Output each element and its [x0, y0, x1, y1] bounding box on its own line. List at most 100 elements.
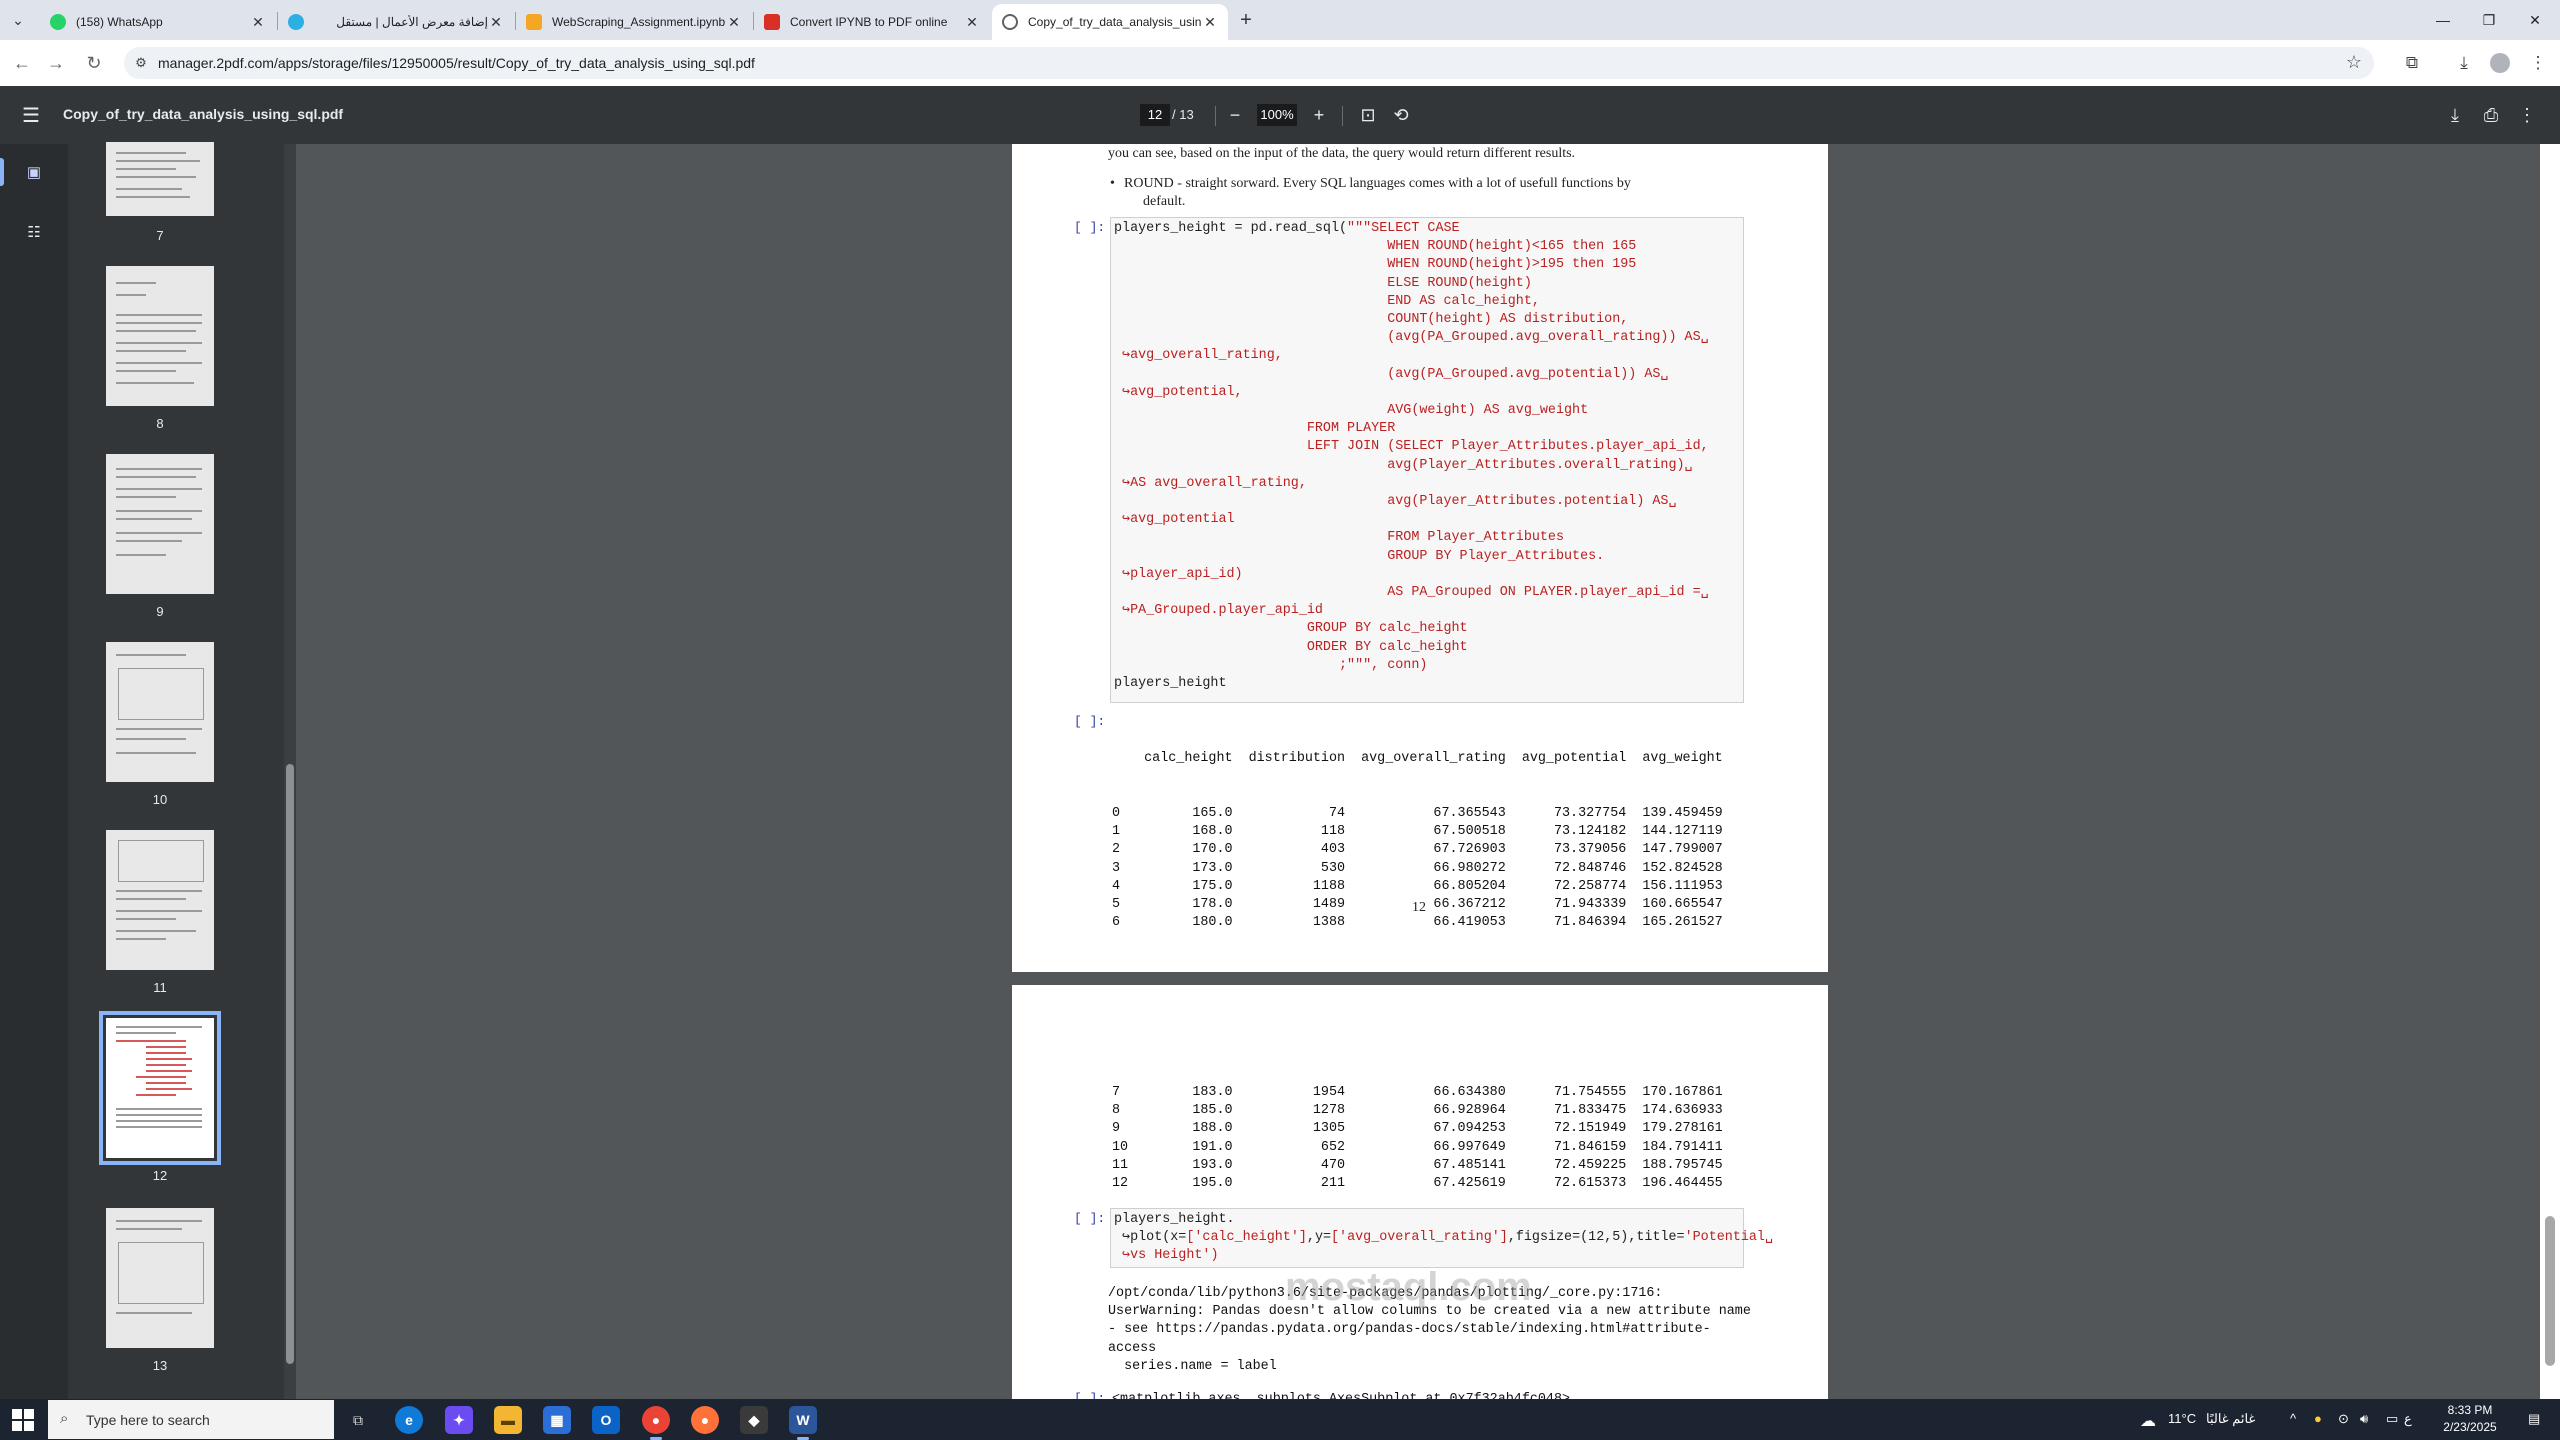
outline-view-icon[interactable]: ☷	[22, 220, 46, 244]
page-count: / 13	[1172, 107, 1194, 122]
colab-icon	[526, 14, 542, 30]
forward-button[interactable]: →	[42, 49, 70, 77]
tab-convert[interactable]: Convert IPYNB to PDF online ✕	[754, 4, 990, 40]
tab-search-button[interactable]: ⌄	[6, 8, 30, 32]
print-icon[interactable]: ⎙	[2478, 102, 2504, 128]
code-line: ↪avg_overall_rating,	[1114, 348, 1283, 364]
table-row: 3 173.0 530 66.980272 72.848746 152.8245…	[1112, 860, 1723, 876]
watermark-text: mostaql.com	[1285, 1265, 1532, 1309]
close-tab-icon[interactable]: ✕	[964, 14, 980, 31]
close-tab-icon[interactable]: ✕	[488, 14, 504, 31]
copilot-icon[interactable]: ✦	[445, 1406, 473, 1434]
outlook-icon[interactable]: O	[592, 1406, 620, 1434]
reload-button[interactable]: ↻	[80, 49, 108, 77]
weather-text[interactable]: غائم غالبًا	[2206, 1411, 2255, 1427]
page-thumbnail-11[interactable]	[106, 830, 214, 970]
new-tab-button[interactable]: +	[1234, 8, 1258, 32]
zoom-out-icon[interactable]: −	[1222, 102, 1248, 128]
tray-app-icon[interactable]: ●	[2314, 1411, 2322, 1426]
page-thumbnail-9[interactable]	[106, 454, 214, 594]
output-line: <matplotlib.axes._subplots.AxesSubplot a…	[1112, 1391, 1570, 1399]
bookmark-star-icon[interactable]: ☆	[2346, 52, 2362, 73]
store-icon[interactable]: ▦	[543, 1406, 571, 1434]
thumbnail-label: 11	[153, 980, 167, 995]
edge-icon[interactable]: e	[395, 1406, 423, 1434]
downloads-icon[interactable]: ⤓	[2452, 51, 2476, 75]
weather-icon[interactable]: ☁	[2140, 1411, 2156, 1431]
table-row: 8 185.0 1278 66.928964 71.833475 174.636…	[1112, 1103, 1723, 1119]
tab-title: WebScraping_Assignment.ipynb	[552, 15, 726, 29]
minimize-button[interactable]: —	[2420, 6, 2466, 34]
document-scrollbar[interactable]	[2540, 144, 2560, 1399]
url-text[interactable]: manager.2pdf.com/apps/storage/files/1295…	[158, 55, 755, 71]
word-icon[interactable]: W	[789, 1406, 817, 1440]
thumbnail-label: 7	[156, 228, 164, 243]
keyboard-language[interactable]: ع	[2404, 1411, 2412, 1427]
back-button[interactable]: ←	[8, 49, 36, 77]
code-line: COUNT(height) AS distribution,	[1114, 312, 1629, 328]
bullet-text-cont: default.	[1143, 194, 1186, 209]
page-thumbnail-7[interactable]	[106, 142, 214, 216]
notifications-icon[interactable]: ▤	[2528, 1411, 2540, 1427]
output-table-cont: 7 183.0 1954 66.634380 71.754555 170.167…	[1112, 1084, 1723, 1193]
restore-button[interactable]: ❐	[2466, 6, 2512, 34]
sidebar-menu-icon[interactable]: ☰	[18, 102, 44, 128]
zoom-in-icon[interactable]: +	[1306, 102, 1332, 128]
clock-date: 2/23/2025	[2443, 1420, 2497, 1434]
code-line: GROUP BY Player_Attributes.	[1114, 548, 1605, 564]
chrome-icon[interactable]: ●	[642, 1406, 670, 1440]
tab-active-pdf[interactable]: Copy_of_try_data_analysis_usin ✕	[992, 4, 1228, 40]
page-thumbnail-10[interactable]	[106, 642, 214, 782]
task-view-icon[interactable]: ⧉	[344, 1406, 372, 1434]
code-line: FROM Player_Attributes	[1114, 530, 1564, 546]
output-prompt: [ ]:	[1074, 1391, 1106, 1399]
thumbnails-view-icon[interactable]: ▣	[22, 160, 46, 184]
show-hidden-icons[interactable]: ^	[2290, 1411, 2296, 1426]
sidebar-scrollbar[interactable]	[284, 144, 296, 1399]
2pdf-icon	[764, 14, 780, 30]
volume-icon[interactable]: 🔊︎	[2360, 1411, 2368, 1427]
firefox-icon[interactable]: ●	[691, 1406, 719, 1434]
taskbar-search[interactable]: ⌕ Type here to search	[48, 1400, 334, 1439]
network-icon[interactable]: ▭	[2386, 1411, 2398, 1427]
page-number: 12	[1412, 900, 1426, 915]
browser-menu-icon[interactable]: ⋮	[2526, 51, 2550, 75]
download-icon[interactable]: ⤓	[2442, 102, 2468, 128]
tab-title: Convert IPYNB to PDF online	[790, 15, 948, 29]
code-block: players_height = pd.read_sql("""SELECT C…	[1114, 220, 1740, 675]
code-cell[interactable]: players_height. ↪plot(x=['calc_height'],…	[1110, 1208, 1773, 1268]
page-thumbnail-8[interactable]	[106, 266, 214, 406]
site-info-icon[interactable]: ⚙	[132, 54, 150, 72]
table-row: 10 191.0 652 66.997649 71.846159 184.791…	[1112, 1139, 1723, 1155]
file-explorer-icon[interactable]: ▬	[494, 1406, 522, 1434]
tab-strip: ⌄ (158) WhatsApp ✕ إضافة معرض الأعمال | …	[0, 0, 2560, 40]
close-tab-icon[interactable]: ✕	[726, 14, 742, 31]
clock[interactable]: 8:33 PM 2/23/2025	[2420, 1402, 2520, 1436]
extensions-icon[interactable]: ⧉	[2400, 51, 2424, 75]
tab-mostaql[interactable]: إضافة معرض الأعمال | مستقل ✕	[278, 4, 514, 40]
code-cell[interactable]: players_height = pd.read_sql("""SELECT C…	[1110, 217, 1744, 703]
tab-whatsapp[interactable]: (158) WhatsApp ✕	[40, 4, 276, 40]
profile-avatar-icon[interactable]	[2488, 51, 2512, 75]
close-tab-icon[interactable]: ✕	[1202, 14, 1218, 31]
page-number-input[interactable]: 12	[1140, 104, 1170, 126]
more-actions-icon[interactable]: ⋮	[2514, 102, 2540, 128]
rotate-icon[interactable]: ⟲	[1388, 102, 1414, 128]
tab-colab[interactable]: WebScraping_Assignment.ipynb ✕	[516, 4, 752, 40]
page-thumbnail-12[interactable]	[99, 1011, 221, 1165]
close-window-button[interactable]: ✕	[2512, 6, 2558, 34]
address-bar[interactable]: ⚙ manager.2pdf.com/apps/storage/files/12…	[124, 47, 2374, 79]
page-thumbnail-13[interactable]	[106, 1208, 214, 1348]
tab-title: Copy_of_try_data_analysis_usin	[1028, 15, 1202, 29]
close-tab-icon[interactable]: ✕	[250, 14, 266, 31]
fit-page-icon[interactable]: ⊡	[1355, 102, 1381, 128]
zoom-level-input[interactable]: 100%	[1257, 104, 1297, 126]
code-line: ↪avg_potential,	[1114, 384, 1243, 400]
app-icon[interactable]: ◆	[740, 1406, 768, 1434]
code-last-line: players_height	[1114, 676, 1227, 692]
start-button[interactable]	[12, 1409, 34, 1431]
weather-temp[interactable]: 11°C	[2168, 1411, 2196, 1426]
code-line: WHEN ROUND(height)<165 then 165	[1114, 239, 1637, 255]
thumbnail-label: 8	[156, 416, 164, 431]
location-icon[interactable]: ⊙	[2338, 1411, 2349, 1427]
